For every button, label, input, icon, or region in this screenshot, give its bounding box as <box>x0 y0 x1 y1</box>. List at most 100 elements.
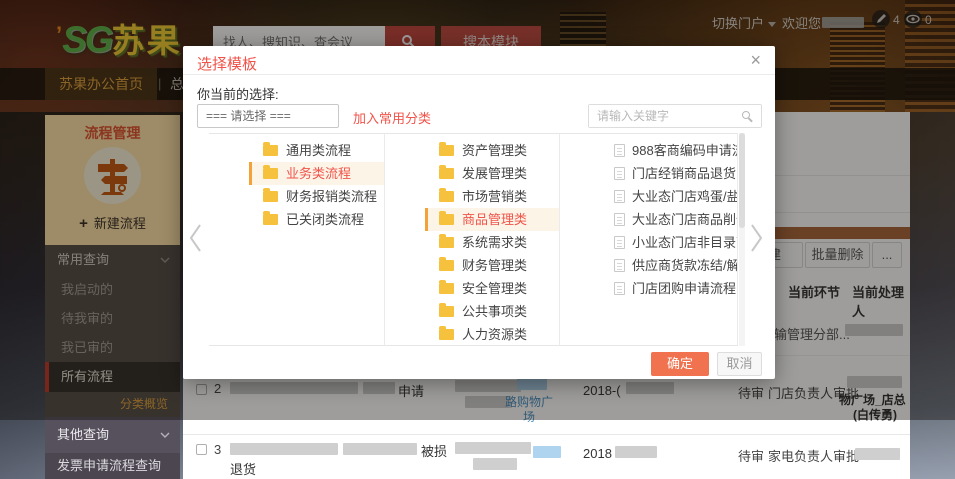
template-item[interactable]: 门店团购申请流程 <box>600 277 737 300</box>
category-item[interactable]: 已关闭类流程 <box>249 208 384 231</box>
row-date: 2018 <box>583 446 612 461</box>
category-label: 资产管理类 <box>462 143 527 158</box>
category-item[interactable]: 系统需求类 <box>425 231 559 254</box>
add-common-category-link[interactable]: 加入常用分类 <box>353 108 431 127</box>
redacted-title <box>230 443 338 455</box>
template-label: 门店经销商品退货申请流程 <box>632 166 737 181</box>
category-item[interactable]: 安全管理类 <box>425 277 559 300</box>
category-item[interactable]: 财务管理类 <box>425 254 559 277</box>
folder-icon <box>439 191 454 202</box>
template-item[interactable]: 大业态门店鸡蛋/盐/烟草... <box>600 185 737 208</box>
folder-icon <box>439 329 454 340</box>
template-label: 供应商货款冻结/解冻申请... <box>632 258 737 273</box>
close-icon[interactable]: × <box>750 50 761 70</box>
template-list-column: 988客商编码申请流程门店经销商品退货申请流程大业态门店鸡蛋/盐/烟草... 大业… <box>560 133 738 346</box>
dialog-title: 选择模板 <box>197 53 257 74</box>
document-icon <box>614 236 625 249</box>
other-query-header[interactable]: 其他查询 <box>45 417 180 453</box>
template-item[interactable]: 988客商编码申请流程 <box>600 139 737 162</box>
folder-icon <box>439 306 454 317</box>
category-item[interactable]: 业务类流程 <box>249 162 384 185</box>
category-item[interactable]: 商品管理类 <box>425 208 559 231</box>
document-icon <box>614 144 625 157</box>
category-item[interactable]: 市场营销类 <box>425 185 559 208</box>
folder-icon <box>263 191 278 202</box>
folder-icon <box>439 260 454 271</box>
document-icon <box>614 167 625 180</box>
category-item[interactable]: 财务报销类流程 <box>249 185 384 208</box>
category-label: 人力资源类 <box>462 327 527 342</box>
current-selection-label: 你当前的选择: <box>197 84 279 103</box>
category-select[interactable]: === 请选择 === <box>197 104 339 128</box>
row-title-line2: 退货 <box>230 459 256 478</box>
category-item[interactable]: 资产管理类 <box>425 139 559 162</box>
category-label: 市场营销类 <box>462 189 527 204</box>
template-category-column-2: 资产管理类发展管理类市场营销类商品管理类系统需求类财务管理类安全管理类公共事项类… <box>385 133 560 346</box>
row-status: 待审 <box>738 446 764 465</box>
redacted-link <box>533 446 561 458</box>
folder-icon <box>439 283 454 294</box>
select-value: === 请选择 === <box>206 109 291 123</box>
template-item[interactable]: 小业态门店非目录商品临... <box>600 231 737 254</box>
category-item[interactable]: 发展管理类 <box>425 162 559 185</box>
redacted-date <box>615 446 657 458</box>
redacted-cell <box>455 442 531 454</box>
keyword-search-box <box>588 104 762 128</box>
folder-icon <box>439 214 454 225</box>
document-icon <box>614 259 625 272</box>
chevron-down-icon <box>160 432 170 438</box>
row-title-tail: 被损 <box>421 441 447 460</box>
next-page-chevron[interactable] <box>749 222 765 254</box>
template-item[interactable]: 供应商货款冻结/解冻申请... <box>600 254 737 277</box>
template-item[interactable]: 大业态门店商品削价申请... <box>600 208 737 231</box>
category-label: 业务类流程 <box>286 166 351 181</box>
folder-icon <box>439 145 454 156</box>
scrollbar-thumb[interactable] <box>739 133 745 228</box>
document-icon <box>614 282 625 295</box>
template-label: 大业态门店商品削价申请... <box>632 212 737 227</box>
sidebar-item-label: 发票申请流程查询 <box>57 458 161 473</box>
confirm-button[interactable]: 确定 <box>651 352 709 376</box>
template-category-column-1: 通用类流程业务类流程财务报销类流程已关闭类流程 <box>209 133 385 346</box>
document-icon <box>614 190 625 203</box>
template-label: 988客商编码申请流程 <box>632 143 737 158</box>
sidebar-item[interactable]: 发票申请流程查询 <box>45 453 180 479</box>
category-label: 财务报销类流程 <box>286 189 377 204</box>
divider <box>183 74 775 75</box>
prev-page-chevron[interactable] <box>187 222 203 254</box>
category-item[interactable]: 通用类流程 <box>249 139 384 162</box>
template-label: 大业态门店鸡蛋/盐/烟草... <box>632 189 737 204</box>
template-label: 小业态门店非目录商品临... <box>632 235 737 250</box>
category-label: 已关闭类流程 <box>286 212 364 227</box>
template-label: 门店团购申请流程 <box>632 281 736 296</box>
category-label: 发展管理类 <box>462 166 527 181</box>
row-divider <box>183 434 910 435</box>
redacted-cell <box>473 458 517 470</box>
search-icon <box>742 111 750 119</box>
category-label: 商品管理类 <box>462 212 527 227</box>
category-label: 公共事项类 <box>462 304 527 319</box>
list-scrollbar[interactable] <box>739 133 745 346</box>
other-query-list: 发票申请流程查询 <box>45 453 180 479</box>
category-label: 系统需求类 <box>462 235 527 250</box>
category-label: 通用类流程 <box>286 143 351 158</box>
cancel-button[interactable]: 取消 <box>717 352 762 376</box>
row-checkbox[interactable] <box>196 444 207 455</box>
document-icon <box>614 213 625 226</box>
redacted-handler <box>855 448 900 460</box>
category-item[interactable]: 人力资源类 <box>425 323 559 346</box>
select-template-dialog: 选择模板 × 你当前的选择: === 请选择 === 加入常用分类 通用类流程业… <box>183 46 775 379</box>
app-window: ’SG苏果 搜本模块 切换门户 欢迎您 4 0 苏果办公首页 | 总 流程管理 <box>0 0 955 479</box>
template-item[interactable]: 门店经销商品退货申请流程 <box>600 162 737 185</box>
folder-icon <box>439 168 454 179</box>
folder-icon <box>263 145 278 156</box>
row-current-node: 家电负责人审批 <box>768 446 859 465</box>
other-query-label: 其他查询 <box>57 427 109 442</box>
folder-icon <box>263 214 278 225</box>
row-index: 3 <box>214 442 221 457</box>
redacted-title <box>343 443 417 455</box>
folder-icon <box>263 168 278 179</box>
keyword-input[interactable] <box>589 105 761 127</box>
category-item[interactable]: 公共事项类 <box>425 300 559 323</box>
category-label: 财务管理类 <box>462 258 527 273</box>
